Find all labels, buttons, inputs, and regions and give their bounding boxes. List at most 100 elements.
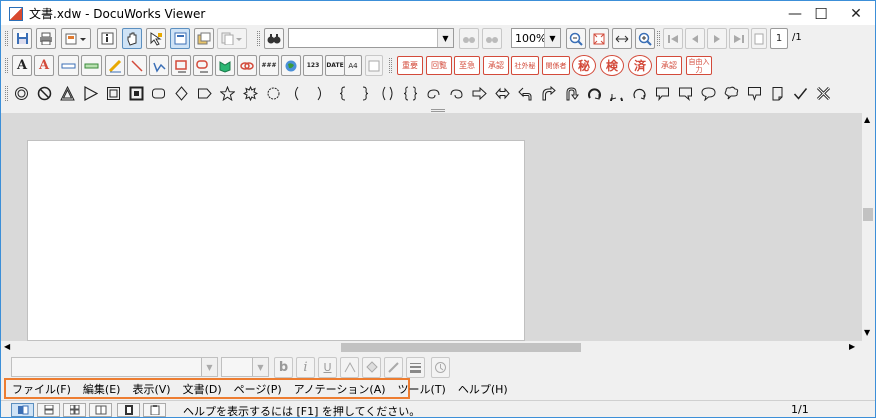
find-previous-button[interactable] bbox=[459, 28, 479, 49]
stamp-inspected[interactable]: 検 bbox=[600, 55, 624, 76]
shape-tool-button[interactable] bbox=[584, 83, 605, 104]
web-link-button[interactable] bbox=[281, 55, 301, 76]
document-page[interactable] bbox=[27, 140, 525, 341]
chevron-down-icon[interactable]: ▼ bbox=[437, 29, 453, 47]
annotation-view-button[interactable] bbox=[170, 28, 190, 49]
chevron-down-icon[interactable]: ▼ bbox=[201, 358, 217, 376]
zoom-in-button[interactable] bbox=[635, 28, 655, 49]
shape-tool-button[interactable] bbox=[446, 83, 467, 104]
menu-item[interactable]: ヘルプ(H) bbox=[452, 381, 514, 397]
marker-green-button[interactable] bbox=[81, 55, 102, 76]
shape-tool-button[interactable] bbox=[148, 83, 169, 104]
text-annotation-button[interactable]: A bbox=[12, 55, 32, 76]
link-button[interactable] bbox=[237, 55, 257, 76]
underline-button[interactable]: U bbox=[318, 357, 337, 378]
last-page-button[interactable] bbox=[729, 28, 749, 49]
menu-item[interactable]: ツール(T) bbox=[392, 381, 452, 397]
stamp-urgent[interactable]: 至急 bbox=[454, 56, 480, 75]
shape-tool-button[interactable] bbox=[11, 83, 32, 104]
view-mode-continuous-button[interactable] bbox=[37, 403, 60, 417]
vertical-scroll-thumb[interactable] bbox=[863, 208, 873, 221]
shape-tool-button[interactable] bbox=[126, 83, 147, 104]
menu-item[interactable]: ページ(P) bbox=[228, 381, 288, 397]
view-mode-spread-button[interactable] bbox=[89, 403, 112, 417]
line-width-button[interactable] bbox=[406, 357, 425, 378]
italic-button[interactable]: i bbox=[296, 357, 315, 378]
date-button[interactable]: DATE bbox=[325, 55, 345, 76]
ellipse-button[interactable] bbox=[193, 55, 213, 76]
fit-width-button[interactable] bbox=[612, 28, 632, 49]
scroll-up-icon[interactable]: ▲ bbox=[864, 115, 870, 124]
horizontal-scroll-thumb[interactable] bbox=[341, 343, 581, 352]
fit-page-button[interactable] bbox=[589, 28, 609, 49]
shape-tool-button[interactable] bbox=[34, 83, 55, 104]
toolbar-grip[interactable] bbox=[5, 86, 8, 101]
document-workspace[interactable] bbox=[1, 109, 862, 341]
rotate-button[interactable] bbox=[431, 357, 450, 378]
splitter-handle[interactable] bbox=[431, 109, 445, 112]
shape-tool-button[interactable] bbox=[790, 83, 811, 104]
shape-tool-button[interactable] bbox=[355, 83, 376, 104]
polyline-button[interactable] bbox=[149, 55, 169, 76]
shape-tool-button[interactable] bbox=[286, 83, 307, 104]
stamp-secret[interactable]: 秘 bbox=[572, 55, 596, 76]
toolbar-grip[interactable] bbox=[5, 31, 8, 46]
scroll-left-icon[interactable]: ◀ bbox=[4, 342, 10, 351]
close-button[interactable]: ✕ bbox=[837, 1, 875, 26]
first-page-button[interactable] bbox=[663, 28, 683, 49]
shape-tool-button[interactable] bbox=[171, 83, 192, 104]
shape-tool-button[interactable] bbox=[515, 83, 536, 104]
bold-button[interactable]: b bbox=[274, 357, 293, 378]
shape-tool-button[interactable] bbox=[813, 83, 834, 104]
stamp-approved[interactable]: 承認 bbox=[483, 56, 509, 75]
print-button[interactable] bbox=[36, 28, 56, 49]
shape-tool-button[interactable] bbox=[652, 83, 673, 104]
shape-tool-button[interactable] bbox=[423, 83, 444, 104]
info-button[interactable] bbox=[97, 28, 117, 49]
next-page-button[interactable] bbox=[707, 28, 727, 49]
scroll-right-icon[interactable]: ▶ bbox=[849, 342, 855, 351]
line-button[interactable] bbox=[127, 55, 147, 76]
find-button[interactable] bbox=[264, 28, 284, 49]
shape-tool-button[interactable] bbox=[561, 83, 582, 104]
shape-tool-button[interactable] bbox=[629, 83, 650, 104]
shape-tool-button[interactable] bbox=[263, 83, 284, 104]
shape-tool-button[interactable] bbox=[721, 83, 742, 104]
pen-button[interactable] bbox=[105, 55, 125, 76]
shape-tool-button[interactable] bbox=[240, 83, 261, 104]
shape-tool-button[interactable] bbox=[309, 83, 330, 104]
view-mode-thumbnail-button[interactable] bbox=[63, 403, 86, 417]
menu-item[interactable]: 文書(D) bbox=[177, 381, 228, 397]
view-mode-page-button[interactable] bbox=[11, 403, 34, 417]
rectangle-button[interactable] bbox=[171, 55, 191, 76]
marker-blue-button[interactable] bbox=[58, 55, 79, 76]
view-mode-fullpage-button[interactable] bbox=[117, 403, 140, 417]
shape-tool-button[interactable] bbox=[698, 83, 719, 104]
toolbar-grip[interactable] bbox=[5, 58, 8, 73]
stamp-circulate[interactable]: 回覧 bbox=[426, 56, 452, 75]
stamp-done[interactable]: 済 bbox=[628, 55, 652, 76]
shape-tool-button[interactable] bbox=[538, 83, 559, 104]
stamp-important[interactable]: 重要 bbox=[397, 56, 423, 75]
hand-tool-button[interactable] bbox=[122, 28, 142, 49]
chevron-down-icon[interactable]: ▼ bbox=[252, 358, 268, 376]
shape-tool-button[interactable] bbox=[400, 83, 421, 104]
overlay-button[interactable] bbox=[194, 28, 214, 49]
paper-size-button[interactable]: A4 bbox=[344, 55, 362, 76]
search-input[interactable]: ▼ bbox=[288, 28, 454, 48]
chevron-down-icon[interactable]: ▼ bbox=[544, 29, 560, 47]
copy-dropdown-button[interactable] bbox=[217, 28, 247, 49]
shape-tool-button[interactable] bbox=[217, 83, 238, 104]
toolbar-grip[interactable] bbox=[389, 58, 392, 73]
shape-tool-button[interactable] bbox=[80, 83, 101, 104]
shape-tool-button[interactable] bbox=[469, 83, 490, 104]
shape-tool-button[interactable] bbox=[377, 83, 398, 104]
page-view-button[interactable] bbox=[751, 28, 767, 49]
shape-tool-button[interactable] bbox=[492, 83, 513, 104]
menu-item[interactable]: ファイル(F) bbox=[6, 381, 77, 397]
line-color-button[interactable] bbox=[384, 357, 403, 378]
save-button[interactable] bbox=[12, 28, 32, 49]
font-size-select[interactable]: ▼ bbox=[221, 357, 269, 377]
sticky-note-button[interactable] bbox=[215, 55, 235, 76]
previous-page-button[interactable] bbox=[685, 28, 705, 49]
